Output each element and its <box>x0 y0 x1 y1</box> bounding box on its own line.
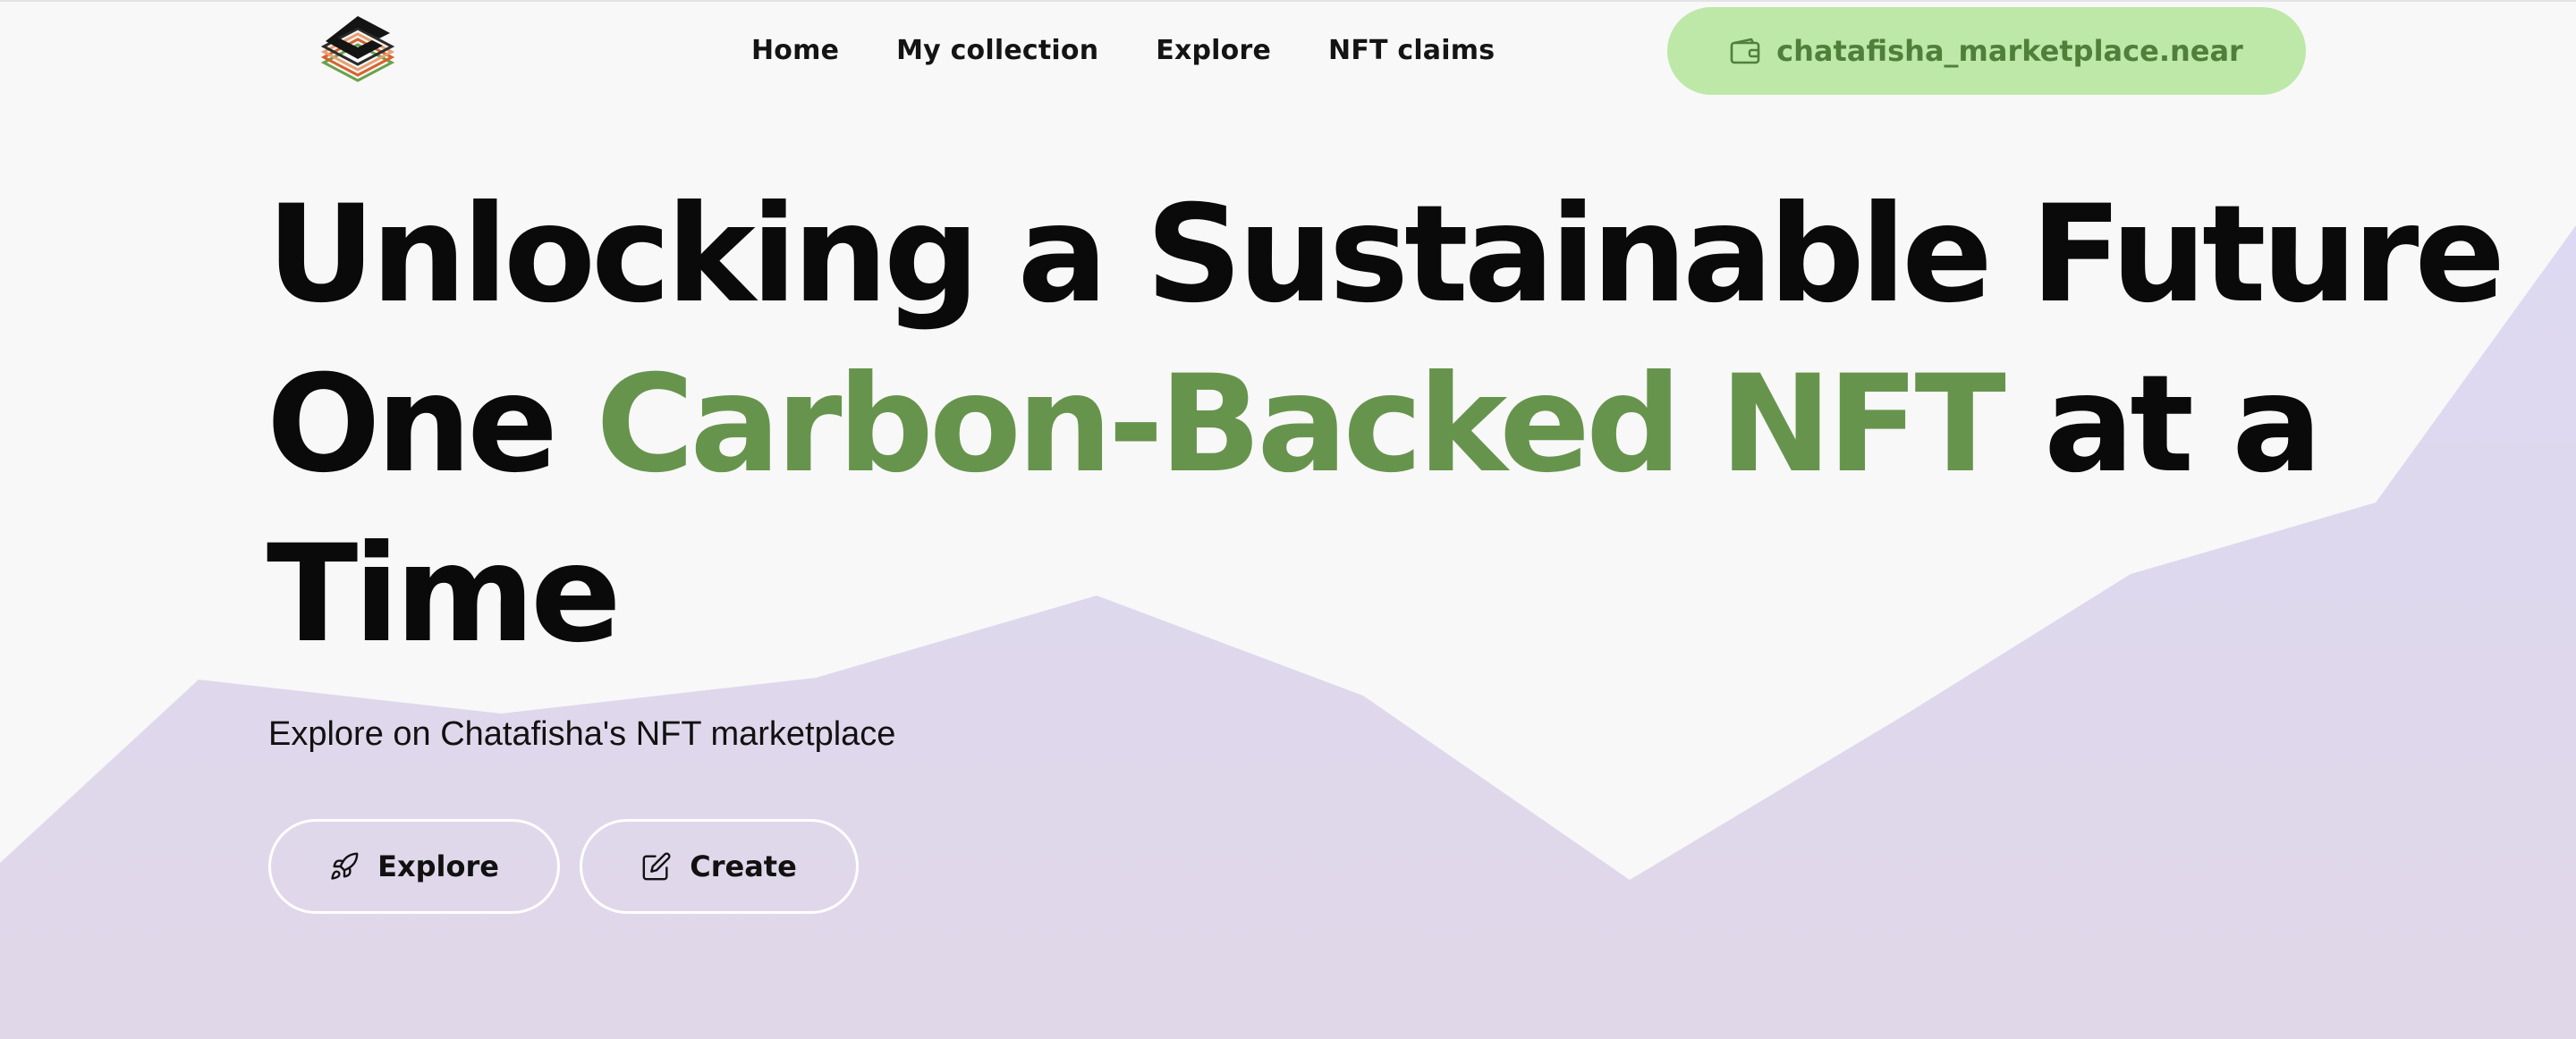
headline-accent: Carbon-Backed NFT <box>596 347 2006 503</box>
headline-line-1: Unlocking a Sustainable Future <box>267 177 2505 333</box>
explore-button-label: Explore <box>377 849 499 883</box>
nav-link-explore[interactable]: Explore <box>1156 35 1271 66</box>
nav-link-nft-claims[interactable]: NFT claims <box>1328 35 1495 66</box>
wallet-account-label: chatafisha_marketplace.near <box>1776 34 2243 68</box>
headline-line-3: Time <box>267 517 622 672</box>
headline-line-2-prefix: One <box>267 347 597 503</box>
hero-section: Unlocking a Sustainable Future One Carbo… <box>267 170 2505 680</box>
create-button[interactable]: Create <box>580 819 859 914</box>
wallet-icon <box>1730 38 1760 64</box>
nav-links: Home My collection Explore NFT claims <box>751 30 1495 70</box>
nav-link-my-collection[interactable]: My collection <box>896 35 1098 66</box>
headline-line-2: One Carbon-Backed NFT at a <box>267 340 2501 510</box>
headline-line-2-suffix: at a <box>2001 347 2322 503</box>
edit-icon <box>641 851 672 882</box>
hero-actions: Explore Create <box>268 819 859 914</box>
wallet-account-button[interactable]: chatafisha_marketplace.near <box>1667 7 2306 95</box>
explore-button[interactable]: Explore <box>268 819 560 914</box>
rocket-icon <box>329 851 360 882</box>
hero-subtitle: Explore on Chatafisha's NFT marketplace <box>268 715 896 753</box>
logo-icon[interactable] <box>317 13 399 84</box>
nav-link-home[interactable]: Home <box>751 35 839 66</box>
navbar: Home My collection Explore NFT claims ch… <box>0 0 2576 100</box>
hero-headline: Unlocking a Sustainable Future One Carbo… <box>267 170 2505 680</box>
create-button-label: Create <box>690 849 797 883</box>
